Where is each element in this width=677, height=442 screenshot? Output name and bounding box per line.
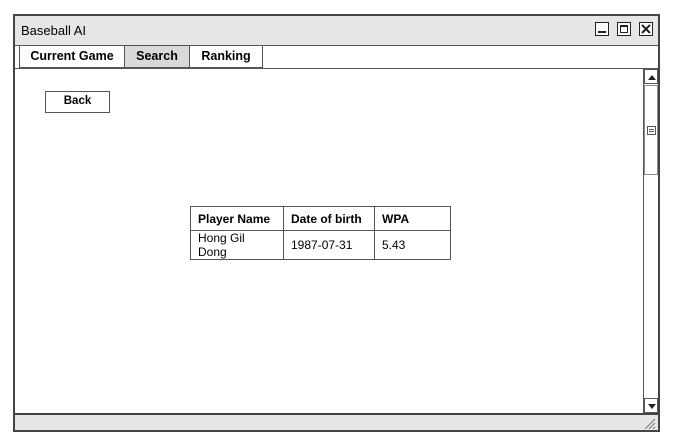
column-header-wpa[interactable]: WPA — [374, 206, 451, 231]
scrollbar-thumb[interactable] — [644, 85, 658, 175]
tab-ranking[interactable]: Ranking — [189, 46, 263, 68]
resize-grip-icon[interactable] — [642, 417, 656, 429]
cell-player-name[interactable]: Hong Gil Dong — [190, 230, 284, 260]
player-table: Player Name Date of birth WPA Hong Gil D… — [190, 206, 451, 260]
app-window: Baseball AI Current Game Search Ranking … — [13, 14, 660, 432]
content-area: Back Player Name Date of birth WPA Hong … — [15, 69, 643, 413]
grip-icon — [647, 126, 656, 135]
close-button[interactable] — [639, 22, 653, 36]
vertical-scrollbar[interactable] — [643, 69, 658, 413]
scroll-up-button[interactable] — [644, 69, 658, 84]
status-bar — [15, 413, 658, 430]
tab-bar: Current Game Search Ranking — [15, 46, 658, 69]
cell-wpa[interactable]: 5.43 — [374, 230, 451, 260]
scroll-down-button[interactable] — [644, 398, 658, 413]
cell-date-of-birth[interactable]: 1987-07-31 — [283, 230, 375, 260]
arrow-up-icon — [648, 75, 656, 80]
table-header-row: Player Name Date of birth WPA — [190, 206, 451, 231]
title-bar: Baseball AI — [15, 16, 658, 46]
minimize-button[interactable] — [595, 22, 609, 36]
tab-search[interactable]: Search — [124, 46, 190, 68]
table-row[interactable]: Hong Gil Dong 1987-07-31 5.43 — [190, 230, 451, 260]
column-header-player-name[interactable]: Player Name — [190, 206, 284, 231]
close-icon — [641, 24, 651, 34]
column-header-date-of-birth[interactable]: Date of birth — [283, 206, 375, 231]
window-title: Baseball AI — [21, 23, 87, 38]
maximize-button[interactable] — [617, 22, 631, 36]
tab-current-game[interactable]: Current Game — [19, 46, 125, 68]
arrow-down-icon — [648, 404, 656, 409]
back-button[interactable]: Back — [45, 91, 110, 113]
